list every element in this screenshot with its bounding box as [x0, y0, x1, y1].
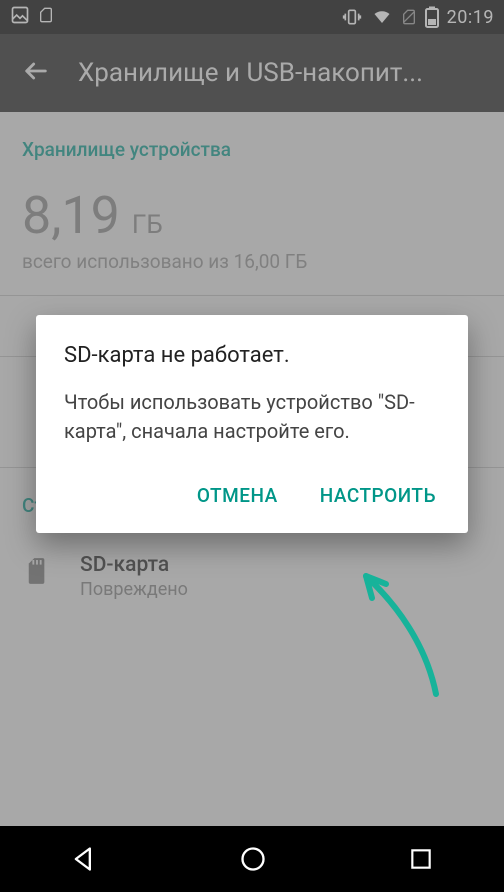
- cancel-button[interactable]: ОТМЕНА: [193, 474, 282, 517]
- phone-frame: 20:19 Хранилище и USB-накопит... Хранили…: [0, 0, 504, 892]
- dialog-message: Чтобы использовать устройство "SD-карта"…: [64, 388, 440, 446]
- navigation-bar: [0, 826, 504, 892]
- nav-back-icon[interactable]: [70, 845, 98, 873]
- nav-home-icon[interactable]: [239, 845, 267, 873]
- dialog-actions: ОТМЕНА НАСТРОИТЬ: [64, 474, 440, 517]
- sd-error-dialog: SD-карта не работает. Чтобы использовать…: [36, 315, 468, 533]
- dialog-title: SD-карта не работает.: [64, 343, 440, 368]
- nav-recent-icon[interactable]: [408, 846, 434, 872]
- configure-button[interactable]: НАСТРОИТЬ: [316, 474, 440, 517]
